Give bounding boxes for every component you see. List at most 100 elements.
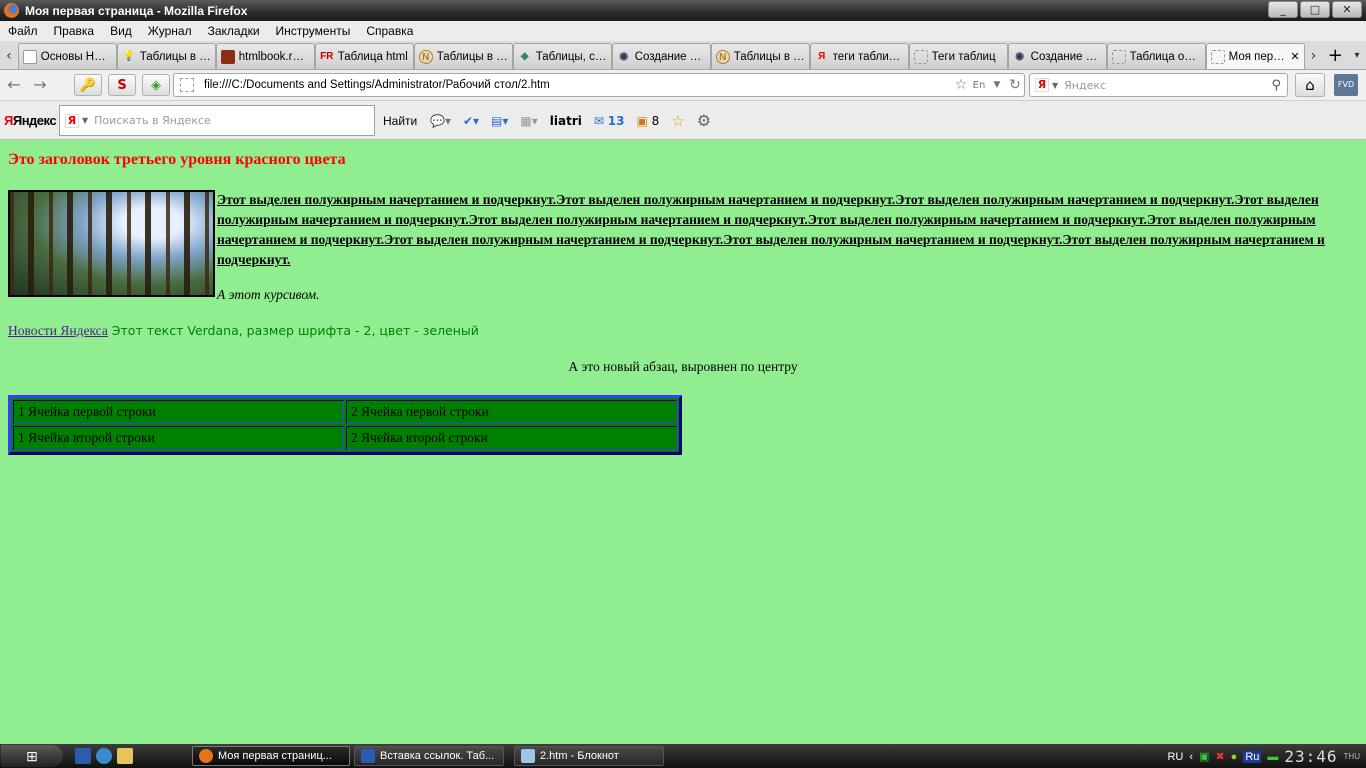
yandex-find-button[interactable]: Найти [383,114,417,128]
tab[interactable]: N Таблицы в Н... [413,43,513,69]
table-cell: 2 Ячейка второй строки [346,426,677,450]
title-bar: Моя первая страница - Mozilla Firefox _ … [0,0,1366,21]
yandex-toolbar: ЯЯндекс Я ▼ Поискать в Яндексе Найти 💬▾ … [0,101,1366,140]
yandex-dropdown-icon[interactable]: ▼ [82,116,88,125]
favorites-star-icon[interactable]: ☆ [671,112,684,130]
menu-history[interactable]: Журнал [140,24,200,38]
notepad-icon [521,749,535,763]
tab[interactable]: Основы HTM... [17,43,117,69]
spellcheck-icon[interactable]: ✔▾ [463,114,479,128]
firefox-icon [199,749,213,763]
blank-page-icon [1210,49,1225,64]
translate-icon[interactable]: En [970,80,988,91]
key-icon[interactable]: 🔑 [74,74,102,96]
forest-image [8,190,215,297]
taskbar-word[interactable]: Вставка ссылок. Таб... [354,746,504,766]
battery-icon[interactable]: ▬ [1267,751,1278,763]
diamond-icon: ◆ [520,50,529,62]
news-line: Новости Яндекса Этот текст Verdana, разм… [8,323,479,339]
quicklaunch-network-icon[interactable] [96,748,112,764]
tab-list-icon[interactable]: ▾ [1348,43,1366,69]
engine-dropdown-icon[interactable]: ▼ [1052,81,1058,90]
bulb-icon: 💡 [122,50,135,62]
grid-icon[interactable]: ▦▾ [520,114,537,128]
yandex-news-link[interactable]: Новости Яндекса [8,323,108,338]
menu-file[interactable]: Файл [0,24,46,38]
search-icon[interactable]: ⚲ [1271,78,1281,93]
tab-strip: ‹ Основы HTM... 💡Таблицы в Н... htmlbook… [0,41,1366,70]
menu-edit[interactable]: Правка [46,24,103,38]
new-tab-icon[interactable]: + [1322,43,1348,69]
url-bar[interactable]: file:///C:/Documents and Settings/Admini… [173,73,1025,97]
page-content: Это заголовок третьего уровня красного ц… [0,140,1366,744]
word-icon [361,749,375,763]
yandex-search-placeholder[interactable]: Поискать в Яндексе [94,114,211,127]
dropdown-icon[interactable]: ▼ [988,80,1006,90]
menu-view[interactable]: Вид [102,24,140,38]
eye-icon: ◉ [1015,50,1024,62]
menu-bar: Файл Правка Вид Журнал Закладки Инструме… [0,21,1366,41]
taskbar-notepad[interactable]: 2.htm - Блокнот [514,746,664,766]
tab[interactable]: htmlbook.ru -... [215,43,315,69]
tray-expand-icon[interactable]: ‹ [1189,751,1193,763]
tab[interactable]: Таблица осн... [1106,43,1206,69]
home-icon[interactable]: ⌂ [1295,73,1325,97]
maximize-button[interactable]: □ [1300,1,1330,18]
tab[interactable]: ◉ Создание та... [1007,43,1107,69]
yandex-logo[interactable]: ЯЯндекс [4,113,57,128]
diamond-addon-icon[interactable]: ◈ [142,74,170,96]
blank-page-icon [913,49,928,64]
tab-active[interactable]: Моя перв... ✕ [1205,43,1305,69]
menu-bookmarks[interactable]: Закладки [200,24,268,38]
tab[interactable]: ◆ Таблицы, ст... [512,43,612,69]
yandex-tools: 💬▾ ✔▾ ▤▾ ▦▾ liatri ✉ 13 ▣ 8 ☆ ⚙ [430,111,711,130]
search-bar[interactable]: Я ▼ Яндекс ⚲ [1029,73,1288,97]
yandex-search-icon: Я [65,113,79,128]
taskbar-firefox[interactable]: Моя первая страниц... [192,746,350,766]
table-cell: 1 Ячейка второй строки [13,426,344,450]
tabs-scroll-left-icon[interactable]: ‹ [0,43,18,69]
bookmarks-icon[interactable]: ▣ 8 [636,114,659,128]
user-name[interactable]: liatri [550,114,582,128]
network-icon[interactable]: ▣ [1199,750,1209,763]
fvd-download-icon[interactable]: FVD [1334,74,1358,96]
yandex-search-input[interactable]: Я ▼ Поискать в Яндексе [59,105,375,136]
tab[interactable]: Ятеги таблиц... [809,43,909,69]
url-text[interactable]: file:///C:/Documents and Settings/Admini… [204,79,952,91]
close-tab-icon[interactable]: ✕ [1290,50,1299,63]
close-button[interactable]: ✕ [1332,1,1362,18]
clock[interactable]: 23:46 [1284,747,1337,766]
quicklaunch-folder-icon[interactable] [117,748,133,764]
tab[interactable]: ◉ Создание та... [611,43,711,69]
translate-tool-icon[interactable]: ▤▾ [491,114,508,128]
android-icon[interactable]: ● [1231,751,1238,763]
forward-icon[interactable]: → [28,74,52,96]
site-identity-icon[interactable] [180,78,194,92]
tab[interactable]: 💡 Таблицы в Н... [116,43,216,69]
reload-icon[interactable]: ↻ [1006,77,1024,93]
yandex-engine-icon[interactable]: Я [1035,78,1049,92]
language-indicator[interactable]: RU [1167,751,1183,763]
start-button[interactable]: ⊞ [1,745,63,767]
tab[interactable]: N Таблицы в Н... [710,43,810,69]
antivirus-icon[interactable]: ✖ [1215,750,1224,763]
search-placeholder[interactable]: Яндекс [1064,79,1271,92]
s-addon-icon[interactable]: S [108,74,136,96]
minimize-button[interactable]: _ [1268,1,1298,18]
tab[interactable]: Теги таблиц [908,43,1008,69]
menu-help[interactable]: Справка [358,24,421,38]
chat-icon[interactable]: 💬▾ [430,114,451,128]
tray-lang-icon[interactable]: Ru [1243,750,1262,763]
tab[interactable]: FR Таблица html [314,43,414,69]
settings-gear-icon[interactable]: ⚙ [697,111,711,130]
menu-tools[interactable]: Инструменты [268,24,359,38]
mail-icon[interactable]: ✉ 13 [594,114,625,128]
page-heading: Это заголовок третьего уровня красного ц… [8,151,346,168]
back-icon[interactable]: ← [2,74,26,96]
day-of-week: THU [1343,752,1360,761]
tabs-scroll-right-icon[interactable]: › [1305,43,1323,69]
quicklaunch-app-icon[interactable] [75,748,91,764]
quick-launch [75,748,133,764]
bold-underlined-paragraph: Этот выделен полужирным начертанием и по… [217,192,1325,267]
bookmark-star-icon[interactable]: ☆ [952,77,970,93]
